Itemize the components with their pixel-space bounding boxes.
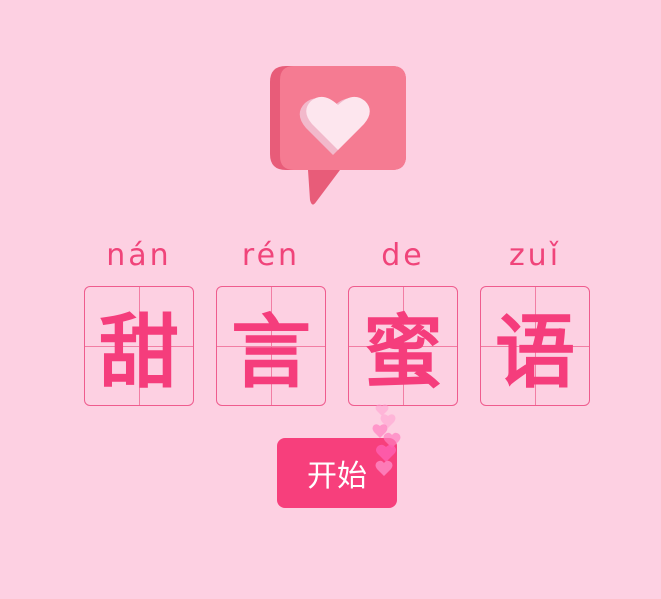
pinyin-row: nán rén de zuǐ: [0, 236, 661, 276]
char-box-2: 言: [216, 286, 326, 406]
pinyin-3: de: [381, 238, 425, 273]
title-char-2: 言: [231, 305, 311, 399]
pinyin-4: zuǐ: [508, 238, 562, 273]
title-char-1: 甜: [99, 305, 179, 399]
char-box-4: 语: [480, 286, 590, 406]
title-characters: 甜 言 蜜 语: [0, 286, 661, 408]
start-button[interactable]: 开始: [277, 438, 397, 508]
heart-chat-bubble-icon: [264, 62, 410, 210]
pinyin-2: rén: [241, 238, 301, 273]
title-char-4: 语: [495, 305, 575, 399]
char-box-1: 甜: [84, 286, 194, 406]
pinyin-1: nán: [106, 238, 172, 273]
char-box-3: 蜜: [348, 286, 458, 406]
title-char-3: 蜜: [363, 305, 443, 399]
